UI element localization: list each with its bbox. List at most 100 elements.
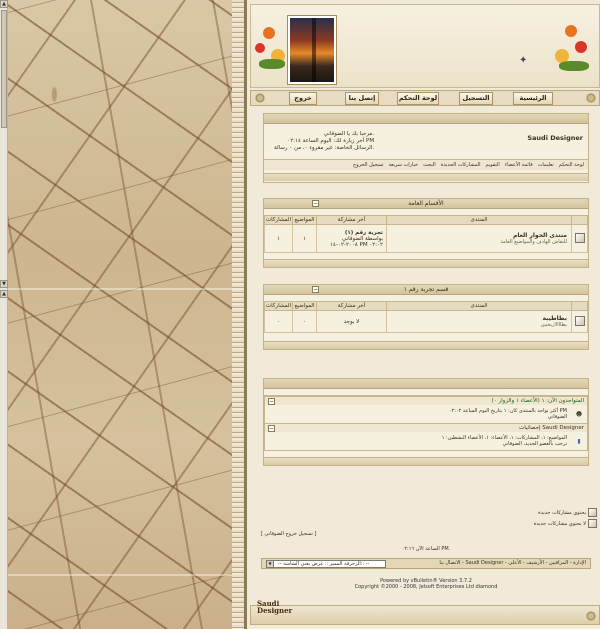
legend-no-new-posts-label: لا يحتوي مشاركات جديدة bbox=[533, 521, 586, 527]
private-messages-link[interactable]: الرسائل الخاصة: غير مقروء ٠، من ٠ رسالة. bbox=[274, 145, 374, 152]
scroll-up-arrow[interactable]: ▲ bbox=[0, 0, 8, 8]
col-posts: المشاركات bbox=[264, 301, 293, 311]
forum-cell: منتدى الحوار العام للنقاش الهادف والمواض… bbox=[386, 224, 572, 253]
forum-icon-legend: يحتوي مشاركات جديدة لا يحتوي مشاركات جدي… bbox=[517, 508, 597, 530]
link-calendar[interactable]: التقويم bbox=[486, 162, 500, 168]
nav-logout-button[interactable]: خروج bbox=[289, 92, 317, 105]
footer-ornament-icon bbox=[585, 610, 597, 622]
chevron-down-icon: ▼ bbox=[267, 561, 274, 567]
link-search[interactable]: البحث bbox=[423, 162, 436, 168]
flower-decoration-right bbox=[551, 19, 595, 75]
nav-control-panel-button[interactable]: لوحة التحكم bbox=[397, 92, 439, 105]
forum-table: المشاركات المواضيع آخر مشاركة المنتدى ٠ … bbox=[264, 301, 588, 333]
link-help[interactable]: تعليمات bbox=[538, 162, 554, 168]
forum-description: بطاااااريخنين bbox=[540, 322, 567, 328]
bottom-ornament: Saudi Designer bbox=[250, 600, 600, 625]
style-chooser-select[interactable]: ▼ -- الزخرفة المميز :: غرض يعني الشاشة::… bbox=[266, 560, 386, 568]
last-post-cell: تجربة رقم (١) بواسطة الضوقاني ٢٠٠٨-٠٢-١٤… bbox=[316, 224, 387, 253]
collapse-toggle-icon[interactable]: − bbox=[268, 425, 275, 432]
section-title-text: قسم تجربة رقم ١ bbox=[403, 286, 449, 293]
welcome-box: مرحبا بك يا الضوقاني. آخر زيارة لك: اليو… bbox=[263, 113, 589, 183]
nav-contact-button[interactable]: إتصل بنا bbox=[345, 92, 379, 105]
col-last-post: آخر مشاركة bbox=[316, 301, 387, 311]
no-new-posts-icon bbox=[588, 519, 597, 528]
link-members-list[interactable]: قائمة الأعضاء bbox=[505, 162, 533, 168]
scroll-down-arrow[interactable]: ▼ bbox=[0, 280, 8, 288]
copyright-text: Copyright ©2000 - 2008, Jelsoft Enterpri… bbox=[354, 584, 498, 590]
nav-ornament-icon bbox=[254, 92, 266, 104]
forum-title-link[interactable]: منتدى الحوار العام bbox=[391, 232, 567, 239]
col-icon bbox=[571, 215, 588, 225]
section-test-title: − قسم تجربة رقم ١ bbox=[264, 285, 588, 295]
forum-description: للنقاش الهادف والمواضيع العامة bbox=[500, 239, 567, 245]
stats-body: المواضيع: ١، المشاركات: ١، الأعضاء: ١، ا… bbox=[265, 432, 587, 450]
butterfly-icon: ✦ bbox=[519, 55, 528, 66]
fringe-border bbox=[232, 0, 244, 629]
threads-count: ٠ bbox=[292, 310, 317, 333]
link-new-posts[interactable]: المشاركات الجديدة bbox=[441, 162, 481, 168]
section-test: − قسم تجربة رقم ١ المشاركات المواضيع آخر… bbox=[263, 284, 589, 350]
scroll-thumb[interactable] bbox=[1, 10, 7, 128]
logout-user-link[interactable]: [ تسجيل خروج الضوقاني ] bbox=[261, 531, 316, 537]
legend-new-posts-label: يحتوي مشاركات جديدة bbox=[538, 510, 586, 516]
section-general: − الأقسام العامة المشاركات المواضيع آخر … bbox=[263, 198, 589, 268]
col-forum: المنتدى bbox=[386, 301, 572, 311]
section-title-text: الأقسام العامة bbox=[408, 200, 444, 207]
collapse-toggle-icon[interactable]: − bbox=[268, 398, 275, 405]
forum-cell: بطاطيبة بطاااااريخنين bbox=[386, 310, 572, 333]
cracked-earth-background bbox=[8, 0, 240, 629]
last-visit-text: آخر زيارة لك: اليوم الساعة ٠٢:١٤ PM bbox=[287, 138, 375, 144]
forum-status-cell bbox=[571, 224, 588, 253]
scroll-up-arrow-2[interactable]: ▲ bbox=[0, 290, 8, 298]
welcome-text: مرحبا بك يا الضوقاني. آخر زيارة لك: اليو… bbox=[269, 128, 379, 155]
link-logout[interactable]: تسجيل الخروج bbox=[353, 162, 384, 168]
link-quick-options[interactable]: خيارات سريعة bbox=[388, 162, 418, 168]
whats-going-on-footer bbox=[264, 457, 588, 465]
online-user-link[interactable]: الضوقاني bbox=[449, 414, 567, 420]
last-post-cell: لا يوجد bbox=[316, 310, 387, 333]
col-threads: المواضيع bbox=[292, 215, 317, 225]
collapse-toggle-icon[interactable]: − bbox=[312, 286, 319, 293]
footer-links[interactable]: الاتصال بنا - Saudi Designer - الإدارة -… bbox=[439, 559, 586, 568]
saudi-designer-logo: Saudi Designer bbox=[257, 600, 292, 614]
background-seam bbox=[8, 574, 240, 576]
current-time-text: الساعة الآن ٠٢:١٦ PM. bbox=[401, 546, 451, 552]
whats-going-on-box: − المتواجدون الآن: ١ (الأعضاء ١ والزوار … bbox=[263, 378, 589, 466]
last-post-date: ٢٠٠٨-٠٢-١٤ PM ٠٢:٠٢ bbox=[330, 241, 383, 248]
nav-ornament-icon bbox=[585, 92, 597, 104]
header-photo bbox=[287, 15, 337, 85]
nav-register-button[interactable]: التسجيل bbox=[459, 92, 493, 105]
style-chooser-label: -- الزخرفة المميز :: غرض يعني الشاشة:: -… bbox=[278, 561, 370, 567]
stats-header: − إحصائيات Saudi Designer bbox=[265, 423, 587, 432]
forum-title-link[interactable]: بطاطيبة bbox=[391, 315, 567, 322]
footer-bar: ▼ -- الزخرفة المميز :: غرض يعني الشاشة::… bbox=[261, 558, 591, 569]
legend-no-new-posts: لا يحتوي مشاركات جديدة bbox=[517, 519, 597, 530]
online-details: أكثر تواجد بالمنتدى كان: ١ بتاريخ اليوم … bbox=[445, 406, 571, 422]
main-navbar: خروج إتصل بنا لوحة التحكم التسجيل الرئيس… bbox=[250, 90, 600, 106]
section-general-title: − الأقسام العامة bbox=[264, 199, 588, 209]
link-control-panel[interactable]: لوحة التحكم bbox=[559, 162, 584, 168]
site-name-link[interactable]: Saudi Designer bbox=[527, 128, 583, 155]
col-posts: المشاركات bbox=[264, 215, 293, 225]
online-section: − المتواجدون الآن: ١ (الأعضاء ١ والزوار … bbox=[264, 395, 588, 451]
posts-count: ٠ bbox=[264, 310, 293, 333]
collapse-toggle-icon[interactable]: − bbox=[312, 200, 319, 207]
forum-header: ✦ bbox=[250, 4, 600, 88]
legend-new-posts: يحتوي مشاركات جديدة bbox=[517, 508, 597, 519]
forum-status-icon bbox=[574, 232, 585, 243]
stats-title-text: إحصائيات Saudi Designer bbox=[519, 425, 584, 431]
section-test-footer bbox=[264, 341, 588, 349]
welcome-box-footer bbox=[264, 173, 588, 181]
stats-chart-icon: ▮ bbox=[577, 437, 581, 445]
whats-going-on-title bbox=[264, 379, 588, 389]
forum-panel: ✦ خروج إتصل بنا لوحة التحكم التسجيل الرئ… bbox=[244, 0, 600, 629]
online-body: أكثر تواجد بالمنتدى كان: ١ بتاريخ اليوم … bbox=[265, 405, 587, 423]
forum-status-icon bbox=[574, 315, 585, 326]
online-title-text: المتواجدون الآن: ١ (الأعضاء ١ والزوار ٠) bbox=[491, 398, 584, 404]
logo-line2: Designer bbox=[257, 606, 293, 615]
nav-home-button[interactable]: الرئيسية bbox=[513, 92, 553, 105]
vertical-scrollbar[interactable]: ▲ ▼ ▲ bbox=[0, 0, 8, 629]
forum-table: المشاركات المواضيع آخر مشاركة المنتدى ١ … bbox=[264, 215, 588, 253]
section-general-footer bbox=[264, 259, 588, 267]
online-users-icon: ☻ bbox=[575, 410, 583, 418]
